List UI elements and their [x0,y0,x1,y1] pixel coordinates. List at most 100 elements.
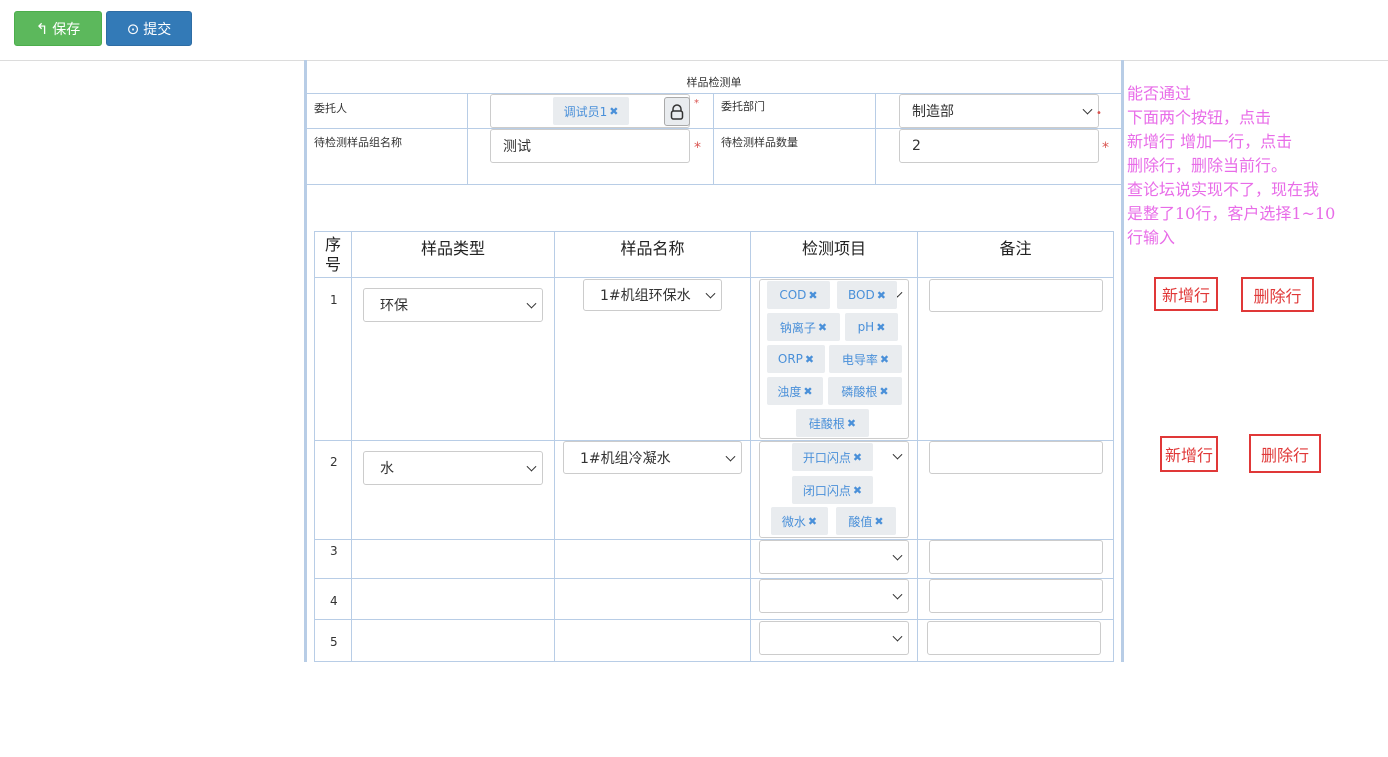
tag-label: pH [857,320,875,334]
tag-label: 闭口闪点 [802,483,851,498]
remove-icon[interactable]: ✖ [609,105,618,118]
test-item-tag[interactable]: 微水 ✖ [771,507,828,535]
test-item-tag[interactable]: BOD ✖ [837,281,897,309]
row-seq: 1 [330,293,338,307]
required-mark: * [694,98,699,109]
group-name-label: 待检测样品组名称 [314,136,402,149]
test-item-tag[interactable]: 闭口闪点 ✖ [792,476,873,504]
divider [307,184,1121,185]
test-item-tag[interactable]: 磷酸根 ✖ [828,377,902,405]
sample-name-value: 1#机组冷凝水 [580,450,671,467]
chevron-down-icon [1082,104,1093,115]
count-label: 待检测样品数量 [721,136,798,149]
test-item-tag[interactable]: 开口闪点 ✖ [792,443,873,471]
client-tag[interactable]: 调试员1 ✖ [553,97,629,125]
tag-label: COD [779,288,807,302]
sample-name-value: 1#机组环保水 [600,288,691,304]
test-item-tag[interactable]: 电导率 ✖ [829,345,902,373]
annotation-note: 能否通过 下面两个按钮，点击 新增行 增加一行，点击 删除行，删除当前行。 查论… [1127,82,1367,250]
required-mark: * [1102,140,1109,156]
chevron-down-icon [526,298,537,309]
tag-label: 酸值 [848,514,873,529]
group-name-input[interactable]: 测试 [490,129,690,163]
sample-type-value: 环保 [380,298,408,314]
remove-icon[interactable]: ✖ [877,289,886,302]
header-seq: 序号 [324,235,341,274]
divider [554,231,555,662]
test-item-tag[interactable]: ORP ✖ [767,345,825,373]
reply-icon: ↰ [35,19,49,38]
remove-icon[interactable]: ✖ [879,385,888,398]
note-line: 下面两个按钮，点击 [1127,108,1272,127]
sample-type-value: 水 [380,461,394,477]
test-item-tag[interactable]: 酸值 ✖ [836,507,896,535]
add-row-button[interactable]: 新增行 [1160,436,1218,472]
remove-icon[interactable]: ✖ [874,515,883,528]
header-name: 样品名称 [620,239,685,258]
test-item-tag[interactable]: COD ✖ [767,281,830,309]
client-label: 委托人 [314,102,347,115]
remove-icon[interactable]: ✖ [803,385,812,398]
remove-icon[interactable]: ✖ [853,451,862,464]
test-item-tag[interactable]: pH ✖ [845,313,898,341]
test-items-select[interactable] [759,540,909,574]
remove-icon[interactable]: ✖ [853,484,862,497]
delete-row-button[interactable]: 删除行 [1249,434,1321,473]
remark-input[interactable] [927,621,1101,655]
remark-input[interactable] [929,540,1103,574]
delete-row-button[interactable]: 删除行 [1241,277,1314,312]
client-tag-label: 调试员1 [563,104,608,119]
remove-icon[interactable]: ✖ [847,417,856,430]
sample-type-select[interactable]: 环保 [363,288,543,322]
note-line: 能否通过 [1127,84,1192,103]
submit-label: 提交 [143,21,172,38]
row-seq: 4 [330,594,338,608]
add-row-button[interactable]: 新增行 [1154,277,1218,311]
row-seq: 2 [330,455,338,469]
divider [875,93,876,184]
tag-label: 钠离子 [779,320,816,335]
remove-icon[interactable]: ✖ [805,353,814,366]
tag-label: 浊度 [777,384,802,399]
divider [467,93,468,184]
chevron-down-icon [892,449,903,460]
remove-icon[interactable]: ✖ [808,289,817,302]
remark-input[interactable] [929,279,1103,312]
remove-icon[interactable]: ✖ [818,321,827,334]
note-line: 新增行 增加一行，点击 [1127,132,1293,151]
lock-icon [670,103,684,120]
sample-name-select[interactable]: 1#机组环保水 [583,279,722,311]
user-select-button[interactable] [664,97,690,126]
chevron-down-icon [526,461,537,472]
count-input[interactable]: 2 [899,129,1099,163]
test-items-select[interactable] [759,621,909,655]
required-mark: * [694,140,701,156]
sample-name-select[interactable]: 1#机组冷凝水 [563,441,742,474]
form-title: 样品检测单 [686,76,742,89]
note-line: 删除行，删除当前行。 [1127,156,1288,175]
header-items: 检测项目 [801,239,866,258]
client-picker[interactable]: 调试员1 ✖ [490,94,690,128]
remove-icon[interactable]: ✖ [880,353,889,366]
chevron-down-icon [705,288,716,299]
remark-input[interactable] [929,441,1103,474]
tag-label: 开口闪点 [802,450,851,465]
sample-type-select[interactable]: 水 [363,451,543,485]
dept-select[interactable]: 制造部 [899,94,1099,128]
tag-label: BOD [848,288,875,302]
test-item-tag[interactable]: 硅酸根 ✖ [796,409,869,437]
submit-button[interactable]: ⊙ 提交 [106,11,192,46]
remove-icon[interactable]: ✖ [808,515,817,528]
note-line: 查论坛说实现不了，现在我 [1127,180,1320,199]
note-line: 行输入 [1127,228,1176,247]
tag-label: 硅酸根 [808,416,845,431]
remark-input[interactable] [929,579,1103,613]
dept-label: 委托部门 [721,100,765,113]
save-button[interactable]: ↰ 保存 [14,11,102,46]
tag-label: 磷酸根 [841,384,878,399]
remove-icon[interactable]: ✖ [876,321,885,334]
save-label: 保存 [52,21,81,38]
test-item-tag[interactable]: 浊度 ✖ [767,377,823,405]
test-item-tag[interactable]: 钠离子 ✖ [767,313,840,341]
test-items-select[interactable] [759,579,909,613]
